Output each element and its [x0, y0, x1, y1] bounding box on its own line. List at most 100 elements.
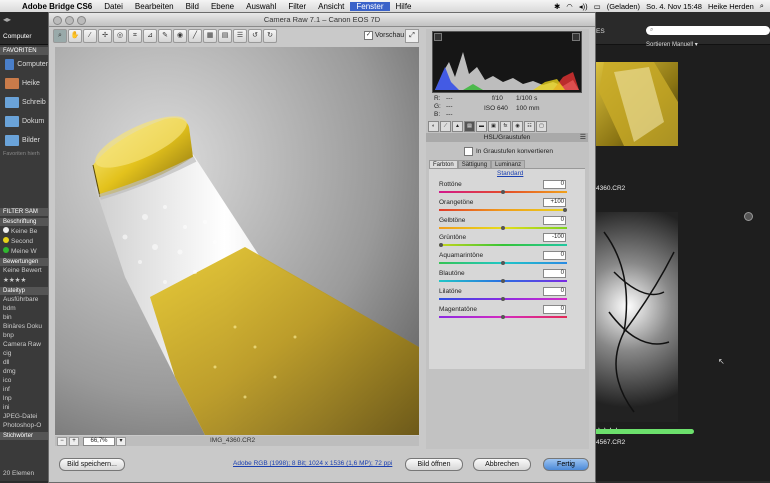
slider-thumb[interactable] [501, 225, 505, 230]
filter-item[interactable]: dmg [0, 367, 48, 376]
hue-slider[interactable]: Blautöne 0 [439, 269, 575, 288]
user-name[interactable]: Heike Herden [708, 2, 754, 11]
filter-item[interactable]: JPEG-Datei [0, 412, 48, 421]
favorite-item[interactable]: Bilder [0, 131, 48, 150]
filter-item[interactable]: Ausführbare [0, 295, 48, 304]
menu-hilfe[interactable]: Hilfe [390, 2, 418, 11]
filter-group-title[interactable]: Bewertungen [0, 258, 48, 266]
slider-thumb[interactable] [501, 279, 505, 283]
filter-item[interactable]: bin [0, 313, 48, 322]
filter-item[interactable]: ini [0, 403, 48, 412]
done-button[interactable]: Fertig [543, 458, 589, 471]
filter-item[interactable]: Keine Be [0, 226, 48, 236]
camera-calibration-tab-icon[interactable]: ◉ [512, 121, 523, 132]
slider-value-field[interactable]: 0 [543, 269, 566, 278]
slider-thumb[interactable] [501, 261, 505, 266]
filter-item[interactable]: bdm [0, 304, 48, 313]
menu-datei[interactable]: Datei [98, 2, 129, 11]
hue-slider[interactable]: Grüntöne -100 [439, 233, 575, 252]
panel-menu-icon[interactable]: ☰ [580, 133, 586, 141]
tone-curve-tab-icon[interactable]: ⟋ [440, 121, 451, 132]
workflow-options-link[interactable]: Adobe RGB (1998); 8 Bit; 1024 x 1536 (1,… [233, 460, 392, 467]
filter-group-title[interactable]: Dateityp [0, 287, 48, 295]
slider-value-field[interactable]: +100 [543, 197, 566, 207]
crop-tool-icon[interactable]: ⌗ [128, 29, 142, 43]
menu-auswahl[interactable]: Auswahl [240, 2, 282, 11]
rotate-left-icon[interactable]: ↺ [248, 29, 262, 43]
zoom-out-icon[interactable]: − [57, 437, 67, 446]
hand-tool-icon[interactable]: ✋ [68, 29, 82, 43]
thumbnail-image[interactable] [594, 62, 678, 146]
menu-bearbeiten[interactable]: Bearbeiten [129, 2, 180, 11]
white-balance-tool-icon[interactable]: ⁄ [83, 29, 97, 43]
slider-thumb[interactable] [563, 207, 567, 212]
favorite-item[interactable]: Schreib [0, 93, 48, 112]
slider-value-field[interactable]: 0 [543, 180, 566, 189]
filter-item[interactable]: Binäres Doku [0, 322, 48, 331]
straighten-tool-icon[interactable]: ⊿ [143, 29, 157, 43]
tab-saettigung[interactable]: Sättigung [457, 160, 492, 168]
zoom-in-icon[interactable]: + [69, 437, 79, 446]
menu-bild[interactable]: Bild [180, 2, 205, 11]
menu-ebene[interactable]: Ebene [205, 2, 240, 11]
slider-track[interactable] [439, 208, 567, 211]
filter-item[interactable]: bnp [0, 331, 48, 340]
hsl-tab-icon[interactable]: ▤ [464, 121, 475, 132]
tab-luminanz[interactable]: Luminanz [491, 160, 526, 168]
color-sampler-tool-icon[interactable]: ✢ [98, 29, 112, 43]
hue-slider[interactable]: Magentatöne 0 [439, 304, 575, 324]
thumbnail-image[interactable] [594, 212, 678, 422]
battery-icon[interactable]: ▭ [594, 2, 601, 11]
filter-item[interactable]: ★★★★ [0, 275, 48, 285]
menu-ansicht[interactable]: Ansicht [312, 2, 350, 11]
bluetooth-icon[interactable]: ✱ [554, 2, 560, 11]
zoom-level[interactable]: 66,7% [83, 437, 115, 446]
filter-item[interactable]: Photoshop-O [0, 421, 48, 430]
image-preview[interactable] [55, 47, 419, 435]
filter-item[interactable]: Camera Raw [0, 340, 48, 349]
detail-tab-icon[interactable]: ▲ [452, 121, 463, 132]
effects-tab-icon[interactable]: fx [500, 121, 511, 132]
slider-thumb[interactable] [439, 243, 443, 248]
fullscreen-icon[interactable]: ⤢ [405, 29, 419, 43]
targeted-adjust-tool-icon[interactable]: ◎ [113, 29, 127, 43]
volume-icon[interactable]: ◂)) [579, 2, 588, 11]
red-eye-tool-icon[interactable]: ◉ [173, 29, 187, 43]
grayscale-checkbox[interactable]: In Graustufen konvertieren [464, 147, 553, 156]
filter-group-title[interactable]: Stichwörter [0, 432, 48, 440]
cancel-button[interactable]: Abbrechen [473, 458, 531, 471]
adjustment-brush-icon[interactable]: ╱ [188, 29, 202, 43]
zoom-tool-icon[interactable]: ⌕ [53, 29, 67, 43]
favorite-item[interactable]: Dokum [0, 112, 48, 131]
tab-farbton[interactable]: Farbton [429, 160, 458, 168]
menu-fenster[interactable]: Fenster [350, 1, 390, 11]
breadcrumb[interactable]: Computer [3, 33, 32, 40]
filter-item[interactable]: Meine W [0, 246, 48, 256]
split-toning-tab-icon[interactable]: ▬ [476, 121, 487, 132]
hue-slider[interactable]: Aquamarintöne 0 [439, 251, 575, 270]
filter-tab[interactable]: FILTER SAM [0, 208, 48, 216]
slider-value-field[interactable]: 0 [543, 215, 566, 225]
rotate-right-icon[interactable]: ↻ [263, 29, 277, 43]
hue-slider[interactable]: Rottöne 0 [439, 180, 575, 199]
slider-value-field[interactable]: 0 [543, 286, 566, 296]
standard-link[interactable]: Standard [497, 170, 523, 177]
zoom-icon[interactable] [77, 16, 86, 25]
slider-track[interactable] [439, 244, 567, 247]
wifi-icon[interactable]: ◠ [566, 2, 573, 11]
filter-item[interactable]: lnp [0, 394, 48, 403]
preview-checkbox[interactable]: ✓ Vorschau [364, 31, 404, 40]
open-image-button[interactable]: Bild öffnen [405, 458, 463, 471]
filter-item[interactable]: cig [0, 349, 48, 358]
hue-slider[interactable]: Gelbtöne 0 [439, 215, 575, 235]
snapshots-tab-icon[interactable]: ▢ [536, 121, 547, 132]
spotlight-icon[interactable]: ⌕ [760, 1, 764, 11]
filter-item[interactable]: inf [0, 385, 48, 394]
graduated-filter-icon[interactable]: ▦ [203, 29, 217, 43]
favorite-item[interactable]: Heike [0, 74, 48, 93]
menu-filter[interactable]: Filter [282, 2, 312, 11]
slider-value-field[interactable]: 0 [543, 304, 566, 314]
presets-tab-icon[interactable]: ☷ [524, 121, 535, 132]
highlight-clipping-icon[interactable] [572, 33, 580, 41]
sort-control[interactable]: Sortieren Manuell ▾ [646, 41, 698, 48]
